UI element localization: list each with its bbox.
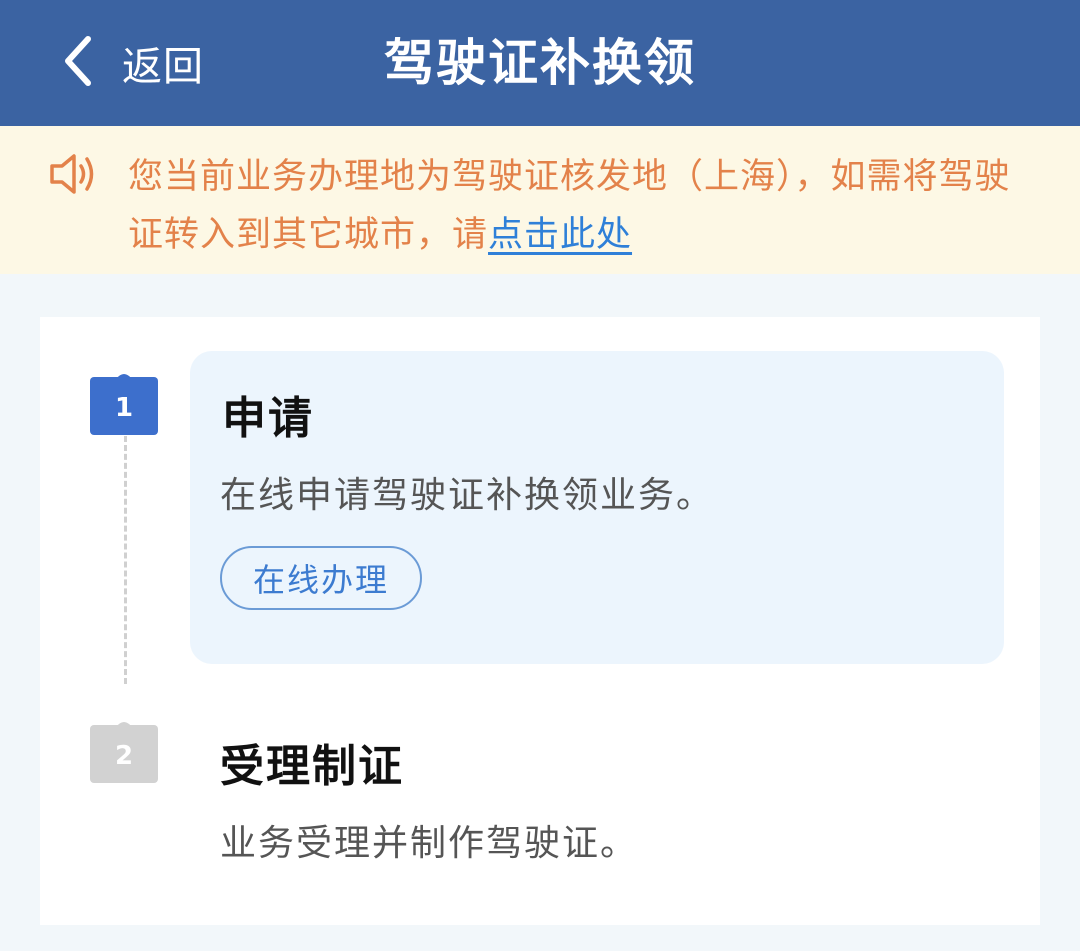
step-1-title: 申请 — [222, 393, 314, 444]
step-2-number: 2 — [114, 741, 134, 771]
notice-text: 您当前业务办理地为驾驶证核发地（上海），如需将驾驶证转入到其它城市，请点击此处 — [128, 148, 1028, 264]
header-bar: 返回 驾驶证补换领 — [0, 0, 1080, 126]
transfer-link[interactable]: 点击此处 — [488, 215, 632, 255]
online-apply-button[interactable]: 在线办理 — [220, 546, 422, 610]
step-1-badge: 1 — [90, 369, 158, 435]
step-2-title: 受理制证 — [220, 741, 404, 792]
step-1-description: 在线申请驾驶证补换领业务。 — [220, 475, 715, 516]
step-2-description: 业务受理并制作驾驶证。 — [220, 823, 639, 864]
step-1-number: 1 — [114, 393, 134, 423]
step-connector-line — [124, 436, 127, 684]
page-title: 驾驶证补换领 — [384, 34, 696, 92]
speaker-icon — [48, 150, 100, 202]
step-2-badge: 2 — [90, 717, 158, 783]
